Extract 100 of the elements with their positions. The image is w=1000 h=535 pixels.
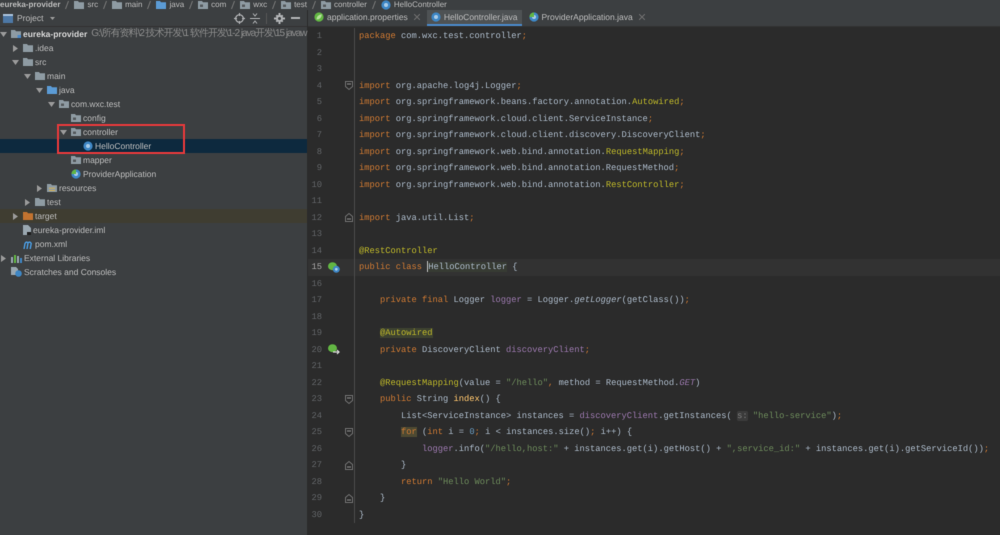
- line-number: 21: [310, 360, 322, 373]
- tree-item[interactable]: src: [0, 55, 307, 69]
- line-number: 30: [310, 508, 322, 522]
- tree-item[interactable]: .idea: [0, 41, 307, 55]
- line-number: 3: [316, 63, 322, 76]
- tree-item[interactable]: mapper: [0, 153, 307, 167]
- view-dropdown[interactable]: Project: [3, 12, 56, 24]
- tree-item[interactable]: com.wxc.test: [0, 97, 307, 111]
- disclosure-triangle-icon[interactable]: [36, 88, 43, 92]
- disclosure-triangle-icon[interactable]: [0, 32, 7, 36]
- line-number: 9: [316, 162, 322, 175]
- fold-icon[interactable]: [345, 394, 353, 404]
- line-number: 16: [310, 278, 322, 290]
- class-icon: [380, 0, 391, 10]
- close-icon[interactable]: [638, 14, 645, 20]
- fold-icon[interactable]: [345, 213, 353, 222]
- tree-item[interactable]: HelloController: [0, 139, 307, 153]
- editor-tab[interactable]: HelloController.java: [426, 10, 522, 26]
- breadcrumb-item[interactable]: src: [74, 0, 98, 10]
- package-folder-icon: [71, 156, 81, 164]
- breadcrumb-item[interactable]: main: [112, 0, 142, 10]
- line-number: 12: [310, 212, 322, 224]
- library-bars-icon: [11, 254, 22, 262]
- collapse-icon[interactable]: [250, 12, 260, 24]
- package-folder-icon: [320, 1, 331, 9]
- editor-tab[interactable]: application.properties: [310, 10, 424, 26]
- code-line: import org.springframework.web.bind.annotation.RequestMethod;: [359, 162, 680, 175]
- code-line: public class HelloController {: [359, 260, 518, 274]
- breadcrumb-separator-icon: [272, 1, 276, 9]
- tree-item[interactable]: main: [0, 69, 307, 83]
- disclosure-triangle-icon[interactable]: [24, 74, 31, 78]
- line-number: 11: [310, 195, 322, 208]
- line-number: 26: [310, 442, 322, 456]
- tree-item[interactable]: config: [0, 111, 307, 125]
- breadcrumb-separator-icon: [231, 1, 236, 9]
- line-number: 25: [310, 426, 322, 439]
- line-number: 18: [310, 310, 322, 324]
- breadcrumb-item[interactable]: com: [198, 0, 226, 10]
- breadcrumb-item[interactable]: wxc: [240, 0, 268, 10]
- disclosure-triangle-icon[interactable]: [13, 44, 18, 52]
- disclosure-triangle-icon[interactable]: [13, 212, 18, 220]
- resources-folder-icon: [47, 184, 57, 192]
- class-leaf-icon: [528, 12, 539, 22]
- code-line: import org.springframework.web.bind.annotation.RestController;: [359, 178, 685, 192]
- code-line: }: [359, 508, 364, 522]
- package-folder-icon: [198, 1, 208, 9]
- breadcrumb-item[interactable]: test: [281, 0, 307, 10]
- line-number: 14: [310, 244, 322, 258]
- close-icon[interactable]: [414, 14, 420, 20]
- line-number: 10: [310, 178, 322, 192]
- code-line: logger.info("/hello,host:" + instances.get(i).getHost() + ",service_id:" + instances.get(i).getServiceId());: [422, 442, 990, 456]
- tree-item[interactable]: ProviderApplication: [0, 167, 307, 181]
- tree-item[interactable]: Scratches and Consoles: [0, 265, 307, 279]
- leaf-icon: [314, 12, 324, 22]
- disclosure-triangle-icon[interactable]: [48, 102, 55, 106]
- bean-class-icon[interactable]: [328, 262, 340, 273]
- line-number: 8: [316, 146, 322, 158]
- breadcrumb-separator-icon: [189, 1, 194, 9]
- code-line: import org.springframework.beans.factory.annotation.Autowired;: [359, 96, 685, 109]
- breadcrumb-item[interactable]: controller: [320, 0, 367, 10]
- code-line: public String index() {: [380, 393, 501, 406]
- fold-icon[interactable]: [345, 81, 353, 90]
- disclosure-triangle-icon[interactable]: [12, 60, 19, 64]
- editor-tab[interactable]: ProviderApplication.java: [524, 10, 649, 26]
- fold-icon[interactable]: [345, 428, 353, 437]
- panel-icon: [3, 14, 13, 22]
- settings-icon[interactable]: [274, 12, 285, 24]
- package-folder-icon: [281, 1, 292, 9]
- code-line: import org.springframework.cloud.client.discovery.DiscoveryClient;: [359, 129, 706, 142]
- crosshair-icon[interactable]: [234, 12, 245, 24]
- tree-item[interactable]: target: [0, 209, 307, 223]
- package-folder-icon: [59, 100, 69, 108]
- disclosure-triangle-icon[interactable]: [25, 198, 30, 206]
- disclosure-triangle-icon[interactable]: [60, 130, 67, 134]
- tree-item[interactable]: External Libraries: [0, 251, 307, 265]
- fold-icon[interactable]: [345, 460, 353, 470]
- package-folder-icon: [240, 1, 250, 9]
- tree-item[interactable]: pom.xml: [0, 237, 307, 251]
- tree-item[interactable]: eureka-provider G:\所有资料\2 技术开发\1 软件开发\1-2 java开发\15 javaw: [0, 27, 307, 41]
- line-number: 29: [310, 492, 322, 505]
- breadcrumb-item[interactable]: HelloController: [380, 0, 447, 10]
- caret-icon: [50, 16, 56, 20]
- line-number: 24: [310, 410, 322, 422]
- breadcrumb-item[interactable]: java: [156, 0, 184, 10]
- tree-item[interactable]: test: [0, 195, 307, 209]
- tree-item[interactable]: controller: [0, 125, 307, 139]
- package-folder-icon: [71, 114, 81, 122]
- code-line: for (int i = 0; i < instances.size(); i++) {: [401, 426, 632, 439]
- tree-item[interactable]: eureka-provider.iml: [0, 223, 307, 237]
- line-number: 1: [316, 30, 322, 43]
- disclosure-triangle-icon[interactable]: [1, 254, 6, 262]
- line-number: 22: [310, 376, 322, 390]
- tree-item[interactable]: java: [0, 83, 307, 97]
- breadcrumb-separator-icon: [103, 1, 108, 9]
- tree-item[interactable]: resources: [0, 181, 307, 195]
- disclosure-triangle-icon[interactable]: [37, 184, 42, 192]
- fold-icon[interactable]: [345, 494, 353, 503]
- code-line: import org.springframework.web.bind.annotation.RequestMapping;: [359, 146, 685, 158]
- code-line: return "Hello World";: [401, 476, 512, 488]
- breadcrumb-item[interactable]: eureka-provider: [0, 0, 60, 10]
